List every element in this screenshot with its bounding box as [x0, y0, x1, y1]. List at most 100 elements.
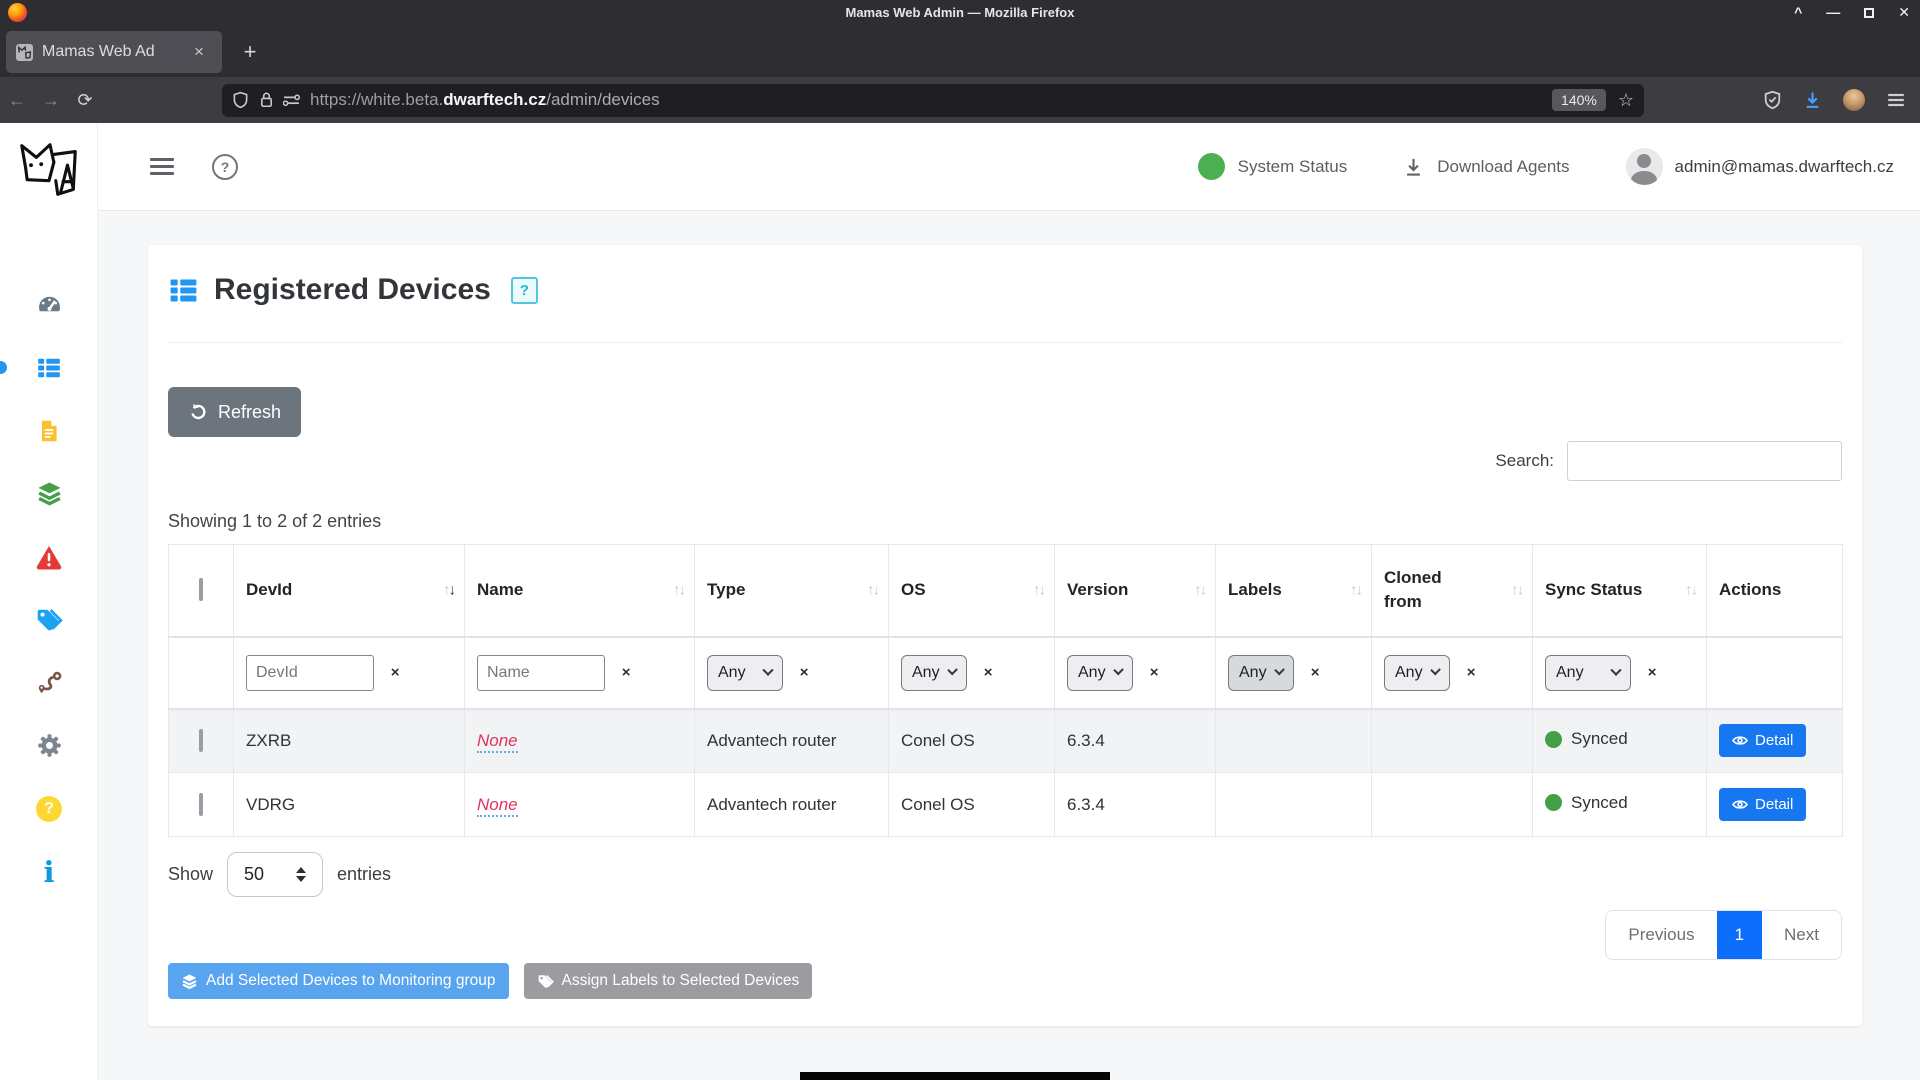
- bookmark-star-icon[interactable]: ☆: [1618, 90, 1634, 111]
- device-name-link[interactable]: None: [477, 731, 518, 753]
- detail-button[interactable]: Detail: [1719, 788, 1806, 821]
- add-to-monitoring-group-button[interactable]: Add Selected Devices to Monitoring group: [168, 963, 509, 999]
- url-path: /admin/devices: [546, 90, 659, 109]
- row-checkbox[interactable]: [199, 729, 203, 752]
- sidebar-item-labels[interactable]: [0, 588, 98, 651]
- device-name-link[interactable]: None: [477, 795, 518, 817]
- back-icon[interactable]: ←: [0, 90, 34, 111]
- title-help-badge[interactable]: ?: [511, 277, 538, 304]
- sidebar-item-info[interactable]: i: [0, 840, 98, 903]
- pagination-previous[interactable]: Previous: [1606, 911, 1716, 959]
- url-prefix: https://white.beta.: [310, 90, 443, 109]
- toolbar-icons: [1763, 89, 1920, 111]
- registered-devices-table-icon: [168, 275, 199, 306]
- sidebar: ? i: [0, 123, 98, 1080]
- table-row: VDRG None Advantech router Conel OS 6.3.…: [169, 773, 1843, 837]
- column-header-devid[interactable]: DevId ↑↓: [234, 545, 465, 637]
- filter-labels-select[interactable]: Any: [1228, 655, 1294, 691]
- menu-hamburger-icon[interactable]: [1886, 90, 1906, 110]
- eye-icon: [1732, 798, 1748, 811]
- tracking-shield-icon[interactable]: [232, 91, 249, 109]
- url-bar[interactable]: https://white.beta.dwarftech.cz/admin/de…: [222, 84, 1644, 117]
- minimize-window-button[interactable]: —: [1826, 2, 1840, 22]
- refresh-button[interactable]: Refresh: [168, 387, 301, 437]
- cell-os: Conel OS: [889, 773, 1055, 837]
- sidebar-item-monitoring-groups[interactable]: [0, 462, 98, 525]
- page-size-select[interactable]: 50: [227, 852, 323, 897]
- column-header-labels[interactable]: Labels ↑↓: [1216, 545, 1372, 637]
- system-status-label: System Status: [1238, 157, 1348, 177]
- clear-filter-icon[interactable]: ×: [622, 664, 631, 681]
- refresh-label: Refresh: [218, 402, 281, 423]
- info-icon: i: [43, 859, 54, 885]
- clear-filter-icon[interactable]: ×: [800, 664, 809, 681]
- sort-icon: ↑↓: [1511, 582, 1522, 599]
- cell-cloned-from: [1372, 773, 1533, 837]
- window-title: Mamas Web Admin — Mozilla Firefox: [0, 5, 1920, 20]
- app-header: ? System Status Download Agents admin@ma…: [98, 123, 1920, 211]
- url-text[interactable]: https://white.beta.dwarftech.cz/admin/de…: [310, 90, 660, 110]
- column-header-sync-status[interactable]: Sync Status ↑↓: [1533, 545, 1707, 637]
- sidebar-item-logs[interactable]: [0, 399, 98, 462]
- sidebar-item-dashboard[interactable]: [0, 273, 98, 336]
- filter-os-select[interactable]: Any: [901, 655, 967, 691]
- download-agents[interactable]: Download Agents: [1403, 156, 1569, 178]
- filter-type-select[interactable]: Any: [707, 655, 783, 691]
- shade-window-button[interactable]: ^: [1794, 2, 1802, 22]
- column-header-type[interactable]: Type ↑↓: [695, 545, 889, 637]
- system-status[interactable]: System Status: [1198, 153, 1348, 180]
- page-help-icon[interactable]: ?: [212, 154, 238, 180]
- reload-icon[interactable]: ⟳: [68, 90, 102, 111]
- column-header-name[interactable]: Name ↑↓: [465, 545, 695, 637]
- browser-account-avatar[interactable]: [1843, 89, 1865, 111]
- filter-sync-status-select[interactable]: Any: [1545, 655, 1631, 691]
- account-menu[interactable]: admin@mamas.dwarftech.cz: [1626, 148, 1894, 185]
- sidebar-item-help[interactable]: ?: [0, 777, 98, 840]
- clear-filter-icon[interactable]: ×: [1648, 664, 1657, 681]
- sidebar-item-settings[interactable]: [0, 714, 98, 777]
- row-checkbox[interactable]: [199, 793, 203, 816]
- column-header-version[interactable]: Version ↑↓: [1055, 545, 1216, 637]
- forward-icon[interactable]: →: [34, 90, 68, 111]
- tab-close-icon[interactable]: ×: [194, 42, 204, 62]
- pagination-next[interactable]: Next: [1762, 911, 1841, 959]
- clear-filter-icon[interactable]: ×: [984, 664, 993, 681]
- assign-labels-button[interactable]: Assign Labels to Selected Devices: [524, 963, 813, 999]
- permissions-icon[interactable]: [283, 93, 300, 107]
- filter-version-select[interactable]: Any: [1067, 655, 1133, 691]
- system-status-dot: [1198, 153, 1225, 180]
- window-controls: ^ — ✕: [1794, 2, 1910, 22]
- pagination-page-1[interactable]: 1: [1717, 911, 1762, 959]
- column-header-os[interactable]: OS ↑↓: [889, 545, 1055, 637]
- new-tab-button[interactable]: +: [236, 40, 264, 64]
- clear-filter-icon[interactable]: ×: [1150, 664, 1159, 681]
- detail-button[interactable]: Detail: [1719, 724, 1806, 757]
- active-page-indicator: [0, 361, 7, 374]
- clear-filter-icon[interactable]: ×: [1467, 664, 1476, 681]
- clear-filter-icon[interactable]: ×: [1311, 664, 1320, 681]
- maximize-window-button[interactable]: [1864, 8, 1874, 18]
- downloads-icon[interactable]: [1803, 90, 1822, 110]
- close-window-button[interactable]: ✕: [1898, 2, 1910, 22]
- zoom-level-badge[interactable]: 140%: [1552, 89, 1606, 111]
- column-header-cloned-from[interactable]: Cloned from ↑↓: [1372, 545, 1533, 637]
- filter-cloned-from-select[interactable]: Any: [1384, 655, 1450, 691]
- sort-icon: ↑↓: [1685, 582, 1696, 599]
- settings-gear-icon: [36, 732, 63, 759]
- protections-shield-icon[interactable]: [1763, 90, 1782, 110]
- search-input[interactable]: [1567, 441, 1842, 481]
- lock-icon[interactable]: [259, 91, 274, 109]
- filter-name-input[interactable]: [477, 655, 605, 691]
- clear-filter-icon[interactable]: ×: [391, 664, 400, 681]
- select-all-checkbox[interactable]: [199, 578, 203, 601]
- sidebar-item-routes[interactable]: [0, 651, 98, 714]
- sidebar-item-devices[interactable]: [0, 336, 98, 399]
- cell-version: 6.3.4: [1055, 773, 1216, 837]
- browser-tab[interactable]: Mamas Web Ad ×: [6, 31, 222, 73]
- layers-icon: [181, 973, 198, 990]
- sidebar-item-alerts[interactable]: [0, 525, 98, 588]
- column-header-actions: Actions: [1707, 545, 1843, 637]
- filter-devid-input[interactable]: [246, 655, 374, 691]
- sidebar-toggle-hamburger-icon[interactable]: [150, 154, 174, 179]
- chevron-down-icon: [1274, 664, 1285, 675]
